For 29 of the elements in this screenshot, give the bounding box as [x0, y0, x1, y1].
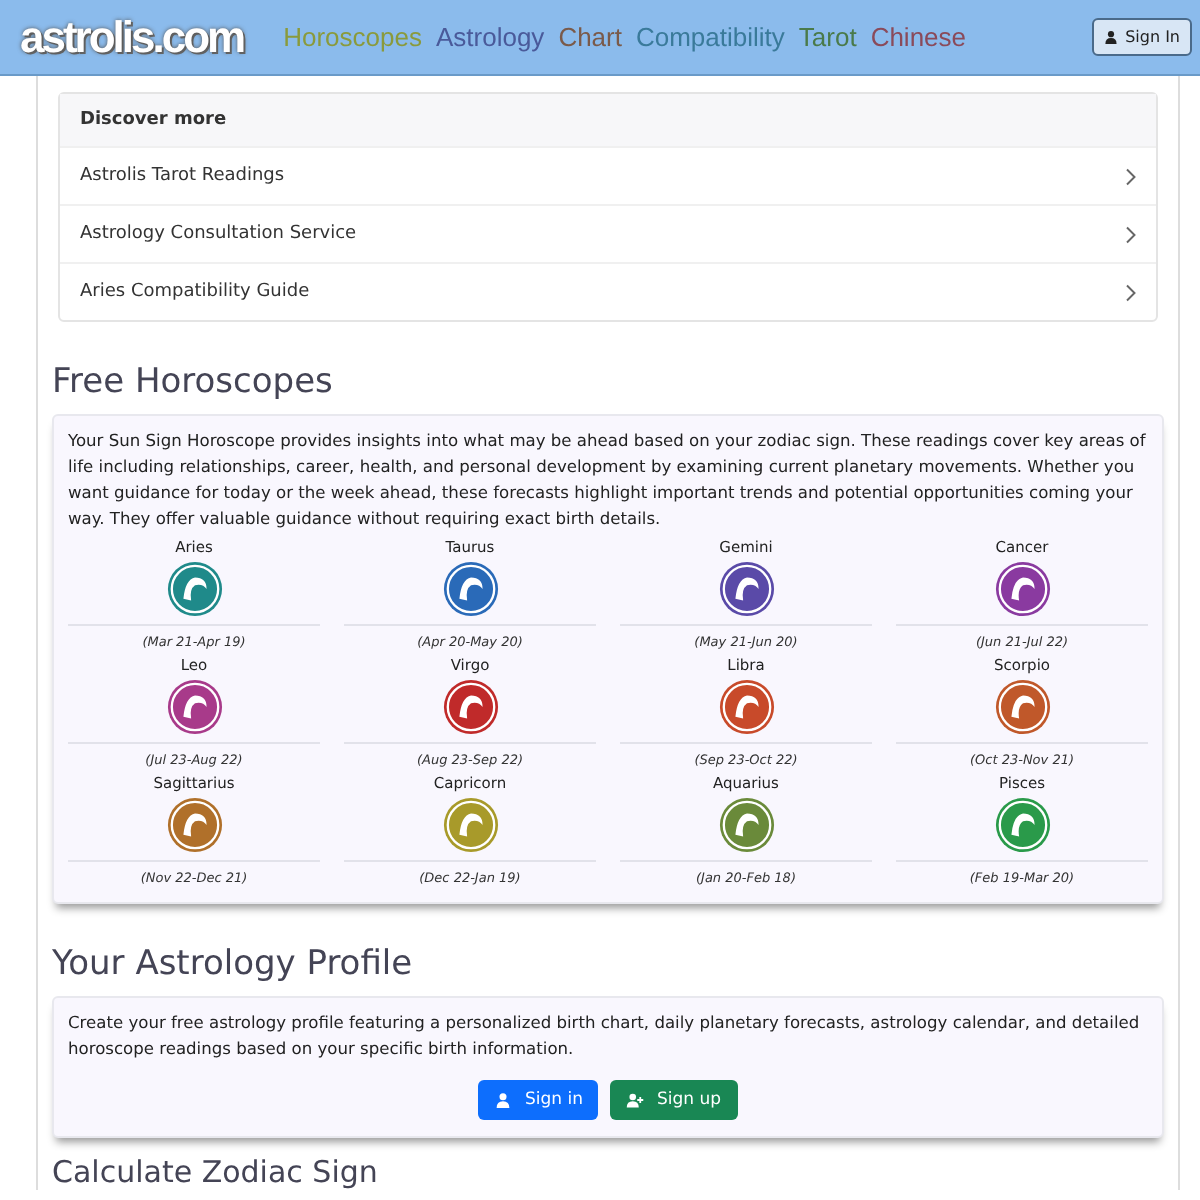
- link-item[interactable]: Aries Compatibility Guide: [60, 262, 1156, 320]
- zodiac-emblem-icon[interactable]: [441, 678, 499, 737]
- zodiac-emblem-icon[interactable]: [993, 560, 1051, 619]
- zodiac-emblem-icon[interactable]: [717, 796, 775, 855]
- person-icon: [1103, 30, 1118, 44]
- zodiac-emblem-icon[interactable]: [993, 678, 1051, 737]
- card-header: Discover more: [60, 94, 1156, 146]
- zodiac-emblem-icon[interactable]: [165, 678, 223, 737]
- add-person-icon: [626, 1092, 645, 1109]
- zodiac-emblem-icon[interactable]: [717, 678, 775, 737]
- profile-text: Create your free astrology profile featuring a personalized birth chart, daily planetary forecasts, astrology calendar, and detailed horoscope readings based on your specific birth information.: [68, 1010, 1142, 1063]
- chevron-icon: [1124, 167, 1136, 185]
- zodiac-emblem-icon[interactable]: [441, 560, 499, 619]
- sign-up-button[interactable]: Sign up: [610, 1080, 738, 1121]
- intro-text: Your Sun Sign Horoscope provides insights into what may be ahead based on your zodiac sign. These readings cover key areas of life including relationships, career, health, and personal development by examining current planetary movements. Whether you want guidance for today or the week ahead, these forecasts highlight important trends and potential opportunities coming your way. They offer valuable guidance without requiring exact birth details.: [68, 428, 1148, 531]
- zodiac-emblem-icon[interactable]: [717, 560, 775, 619]
- zodiac-emblem-icon[interactable]: [165, 560, 223, 619]
- person-icon: [494, 1092, 513, 1109]
- section-heading: Calculate Zodiac Sign: [52, 1156, 380, 1190]
- sign-in-button[interactable]: Sign in: [478, 1080, 599, 1121]
- sign-in-button[interactable]: Sign In: [1091, 18, 1192, 56]
- zodiac-emblem-icon[interactable]: [165, 796, 223, 855]
- zodiac-emblem-icon[interactable]: [993, 796, 1051, 855]
- section-heading: Free Horoscopes: [52, 362, 335, 402]
- link-item[interactable]: Astrology Consultation Service: [60, 204, 1156, 262]
- chevron-icon: [1124, 283, 1136, 301]
- link-item[interactable]: Astrolis Tarot Readings: [60, 146, 1156, 204]
- section-heading: Your Astrology Profile: [52, 944, 415, 985]
- chevron-icon: [1124, 225, 1136, 243]
